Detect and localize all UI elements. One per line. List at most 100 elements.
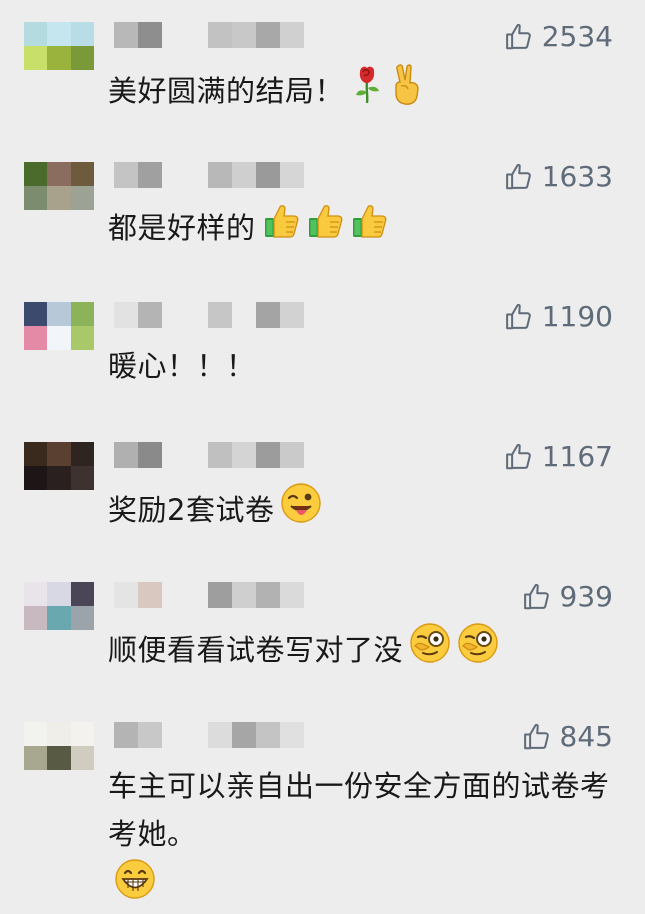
avatar-pixel [24,162,48,186]
avatar-pixel [24,722,48,746]
avatar[interactable] [24,302,94,350]
comment-body: 暖心！！！ [108,349,256,383]
like-button[interactable]: 1190 [504,300,613,333]
avatar[interactable] [24,162,94,210]
like-button[interactable]: 1167 [504,440,613,473]
comment-item: 1167 奖励2套试卷 [0,420,645,550]
avatar[interactable] [24,442,94,490]
like-button[interactable]: 2534 [504,20,613,53]
avatar-pixel [70,722,94,746]
emoji-group [274,482,322,538]
username-gap [162,582,208,608]
comment-item: 1633 都是好样的 [0,140,645,270]
emoji-group [344,62,424,120]
username-pixel [256,162,280,188]
like-count: 845 [559,720,613,753]
avatar[interactable] [24,582,94,630]
comment-body: 都是好样的 [108,211,256,245]
comment-body: 顺便看看试卷写对了没 [108,633,404,667]
avatar-pixel [70,46,94,70]
avatar-pixel [47,442,71,466]
username-pixel [280,162,304,188]
username-pixel [256,722,280,748]
like-button[interactable]: 845 [522,720,613,753]
username-pixel [138,162,162,188]
username-pixel [232,22,256,48]
avatar-pixel [24,302,48,326]
username-pixel [208,302,232,328]
avatar-pixel [24,582,48,606]
like-count: 1190 [541,300,613,333]
avatar-pixel [47,22,71,46]
username-pixel [114,722,138,748]
avatar-pixel [24,466,48,490]
username-pixel [138,302,162,328]
avatar[interactable] [24,22,94,70]
thumbs-up-outline-icon [522,722,552,752]
avatar-pixel [47,582,71,606]
avatar-pixel [70,582,94,606]
avatar-pixel [70,746,94,770]
comment-body: 车主可以亲自出一份安全方面的试卷考考她。 [108,769,610,851]
avatar-pixel [24,746,48,770]
like-button[interactable]: 939 [522,580,613,613]
comment-text: 都是好样的 [108,202,618,254]
like-count: 939 [559,580,613,613]
thumbs-up-outline-icon [504,22,534,52]
username[interactable] [114,22,304,50]
username-pixel [208,442,232,468]
comment-text: 顺便看看试卷写对了没 [108,622,618,678]
rose-icon [350,64,384,118]
username-gap [162,302,208,328]
username-pixel [138,722,162,748]
username[interactable] [114,722,304,750]
username[interactable] [114,162,304,190]
username[interactable] [114,302,304,330]
grinning-face-icon [114,858,156,914]
avatar-pixel [47,46,71,70]
username-gap [162,722,208,748]
comment-text: 美好圆满的结局！ [108,62,618,120]
username-pixel [114,442,138,468]
victory-hand-icon [390,62,424,120]
username-pixel [138,22,162,48]
emoji-group [108,858,156,914]
avatar-pixel [70,186,94,210]
comment-text: 车主可以亲自出一份安全方面的试卷考考她。 [108,762,618,914]
username-pixel [138,442,162,468]
avatar-pixel [70,442,94,466]
username[interactable] [114,442,304,470]
avatar-pixel [70,22,94,46]
avatar-pixel [24,46,48,70]
avatar-pixel [24,186,48,210]
emoji-group [403,622,499,678]
avatar-pixel [47,302,71,326]
avatar-pixel [70,162,94,186]
username-pixel [208,22,232,48]
winking-tongue-face-icon [280,482,322,538]
username-pixel [138,582,162,608]
username[interactable] [114,582,304,610]
username-pixel [208,722,232,748]
like-button[interactable]: 1633 [504,160,613,193]
thumbs-up-outline-icon [504,302,534,332]
username-pixel [232,582,256,608]
username-pixel [280,582,304,608]
username-pixel [256,302,280,328]
username-pixel [280,722,304,748]
avatar-pixel [47,186,71,210]
username-pixel [114,302,138,328]
avatar-pixel [47,326,71,350]
comment-item: 939 顺便看看试卷写对了没 [0,560,645,690]
like-count: 2534 [541,20,613,53]
comment-list: 2534 美好圆满的结局！ 1633 都是好样的 1190 暖心！！！ 1167… [0,0,645,899]
avatar[interactable] [24,722,94,770]
thumbs-up-outline-icon [522,582,552,612]
avatar-pixel [24,606,48,630]
username-pixel [256,22,280,48]
avatar-pixel [70,302,94,326]
avatar-pixel [70,606,94,630]
avatar-pixel [47,746,71,770]
avatar-pixel [70,466,94,490]
comment-text: 奖励2套试卷 [108,482,618,538]
